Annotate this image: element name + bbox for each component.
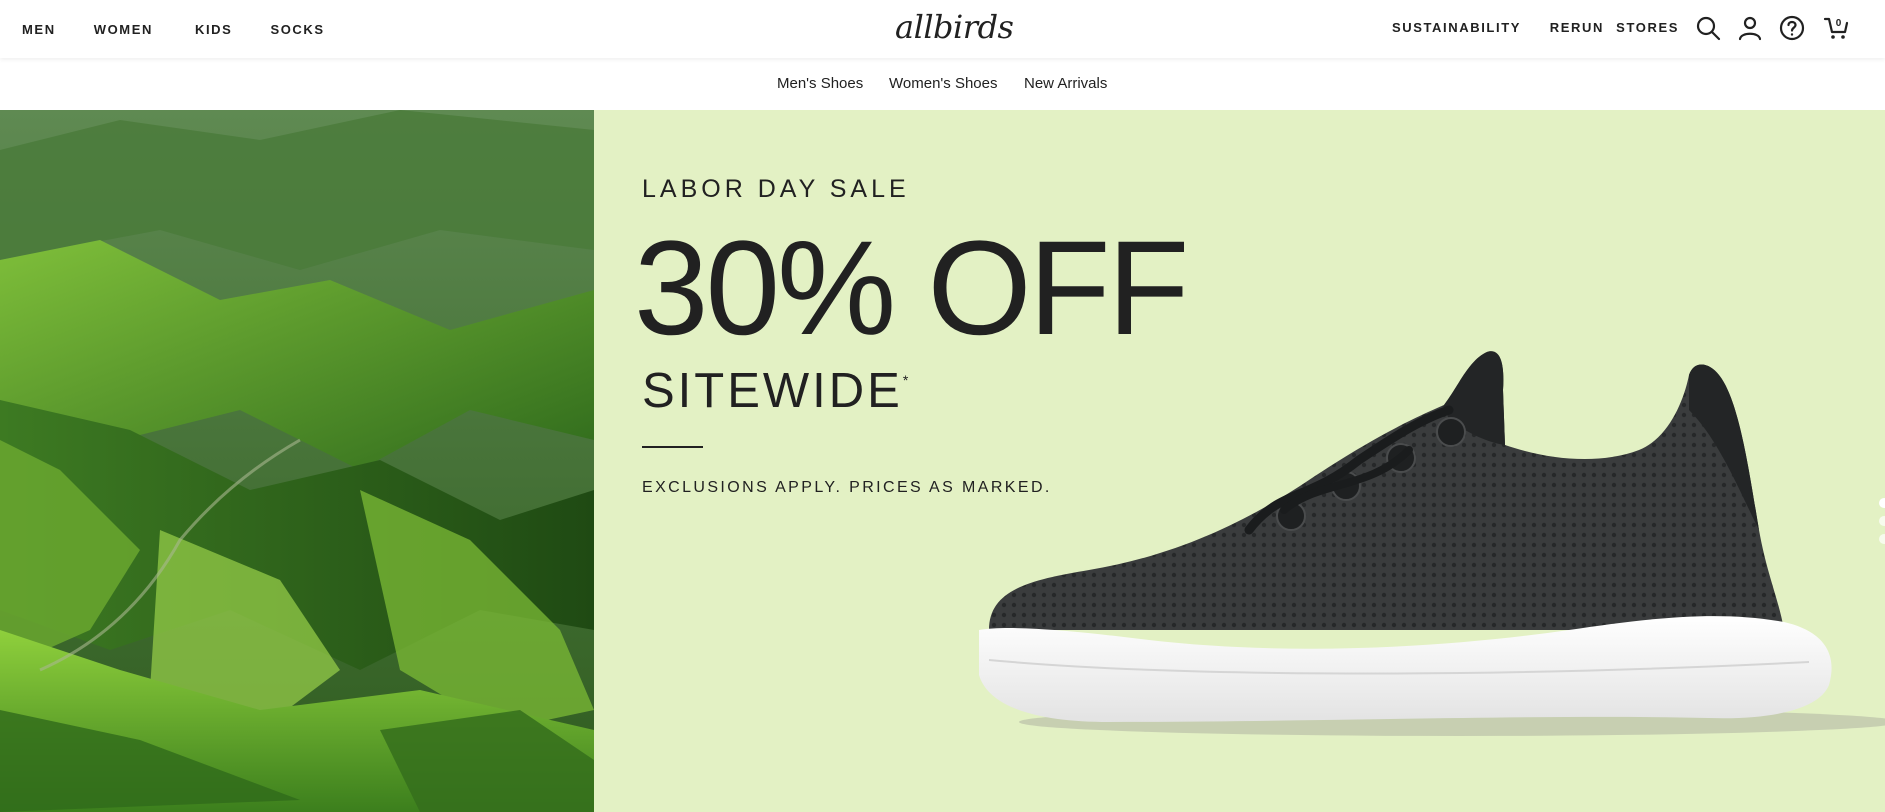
primary-nav-left: MEN WOMEN KIDS SOCKS [22,0,325,58]
nav-women[interactable]: WOMEN [94,22,153,37]
nav-socks[interactable]: SOCKS [270,22,324,37]
sale-panel: LABOR DAY SALE 30% OFF SITEWIDE* EXCLUSI… [594,110,1885,812]
nav-stores[interactable]: STORES [1616,20,1679,35]
nav-sustainability[interactable]: SUSTAINABILITY [1392,20,1521,35]
allbirds-logo[interactable]: allbirds [895,8,1014,46]
sale-eyebrow: LABOR DAY SALE [642,175,910,203]
account-icon[interactable] [1736,14,1764,42]
help-icon[interactable] [1778,14,1806,42]
carousel-indicator[interactable] [1875,498,1885,558]
footnote-mark: * [902,372,909,388]
nav-rerun[interactable]: RERUN [1550,20,1604,35]
nav-kids[interactable]: KIDS [195,22,232,37]
sneaker-image [979,351,1885,736]
sitewide-text: SITEWIDE [642,364,903,418]
sub-nav: Men's Shoes Women's Shoes New Arrivals [0,58,1885,110]
sale-subheadline: SITEWIDE* [642,367,908,416]
cart-icon[interactable]: 0 [1823,14,1851,42]
nav-men[interactable]: MEN [22,22,56,37]
site-header: MEN WOMEN KIDS SOCKS allbirds SUSTAINABI… [0,0,1885,58]
carousel-dot-2[interactable] [1879,516,1885,526]
carousel-dot-3[interactable] [1879,534,1885,544]
subnav-mens-shoes[interactable]: Men's Shoes [777,75,863,92]
search-icon[interactable] [1694,14,1722,42]
divider [642,446,703,448]
carousel-dot-1[interactable] [1879,498,1885,508]
subnav-new-arrivals[interactable]: New Arrivals [1024,75,1107,92]
hero-banner[interactable]: LABOR DAY SALE 30% OFF SITEWIDE* EXCLUSI… [0,110,1885,812]
cart-count: 0 [1836,18,1842,29]
subnav-womens-shoes[interactable]: Women's Shoes [889,75,997,92]
mountain-landscape-image [0,110,594,812]
